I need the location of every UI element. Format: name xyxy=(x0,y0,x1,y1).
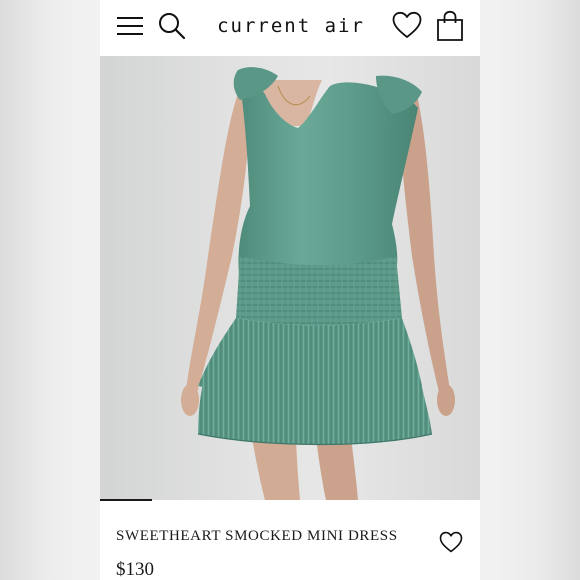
shopping-bag-icon[interactable] xyxy=(435,10,465,42)
hamburger-menu-icon[interactable] xyxy=(116,13,144,39)
app-screen: current air SWEETHEART SMOCKED MINI DRES… xyxy=(100,0,480,580)
product-name[interactable]: SWEETHEART SMOCKED MINI DRESS xyxy=(116,528,436,545)
top-nav-bar: current air xyxy=(100,0,480,56)
product-price: $130 xyxy=(116,559,154,580)
model-photo-illustration xyxy=(181,67,455,500)
heart-outline-icon[interactable] xyxy=(439,531,463,553)
heart-icon[interactable] xyxy=(392,11,422,39)
image-carousel-indicator[interactable] xyxy=(100,499,152,501)
search-icon[interactable] xyxy=(158,12,186,40)
product-image[interactable] xyxy=(100,56,480,500)
brand-logo[interactable]: current air xyxy=(206,12,376,40)
